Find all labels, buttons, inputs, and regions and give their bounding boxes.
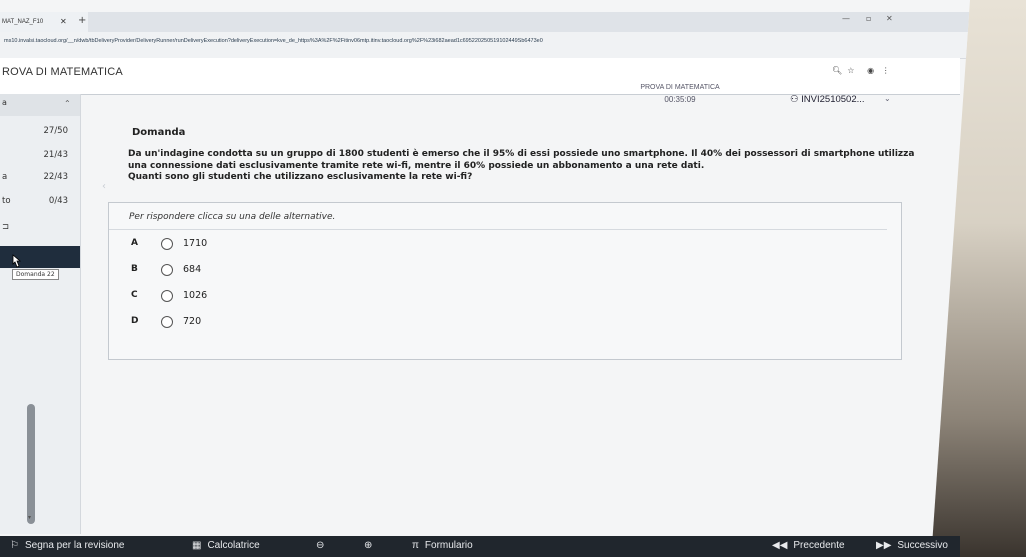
sidebar-item-count: 27/50: [43, 126, 69, 136]
address-bar[interactable]: ms10.invalsi.taocloud.org/__n/dwb/tbDeli…: [0, 32, 970, 59]
choice-b[interactable]: B 684: [109, 258, 709, 282]
review-label: Segna per la revisione: [24, 540, 125, 551]
choice-a[interactable]: A 1710: [109, 232, 709, 256]
browser-actions: 🔍︎ ☆ ◉ ⋮: [832, 66, 890, 75]
new-tab-icon[interactable]: +: [78, 12, 86, 30]
review-button[interactable]: ⚐ Segna per la revisione: [10, 540, 124, 551]
page-title: ROVA DI MATEMATICA: [2, 66, 123, 78]
sidebar-item[interactable]: to 0/43: [0, 194, 80, 212]
maximize-icon[interactable]: ▫: [866, 14, 871, 23]
choice-interaction: Per rispondere clicca su una delle alter…: [108, 202, 902, 360]
question-label: Domanda: [132, 127, 186, 138]
choice-letter: C: [131, 290, 138, 300]
question-line: Da un'indagine condotta su un gruppo di …: [128, 149, 915, 159]
choice-value: 1710: [183, 238, 208, 249]
choice-value: 1026: [183, 290, 208, 301]
sidebar-item-label: a: [2, 172, 8, 182]
test-name: PROVA DI MATEMATICA: [640, 84, 720, 91]
next-icon: ▶▶: [876, 540, 892, 551]
minimize-icon[interactable]: —: [842, 14, 850, 23]
choice-letter: A: [131, 238, 138, 248]
choice-letter: B: [131, 264, 138, 274]
close-tab-icon[interactable]: ✕: [60, 12, 67, 32]
flag-icon: ⚐: [10, 540, 19, 551]
question-line: una connessione dati esclusivamente tram…: [128, 160, 705, 171]
tooltip: Domanda 22: [12, 269, 59, 280]
return-icon[interactable]: ⊐: [2, 222, 12, 240]
choice-value: 684: [183, 264, 202, 275]
formulary-button[interactable]: π Formulario: [412, 540, 473, 551]
zoom-out-icon: ⊖: [316, 540, 325, 551]
zoom-in-icon: ⊕: [364, 540, 373, 551]
question-line: Quanti sono gli studenti che utilizzano …: [128, 172, 473, 182]
zoom-in-button[interactable]: ⊕: [364, 540, 372, 551]
next-label: Successivo: [897, 540, 948, 551]
sidebar-item[interactable]: 21/43: [0, 148, 80, 166]
radio-button[interactable]: [161, 290, 173, 302]
collapse-sidebar-icon[interactable]: ‹: [102, 181, 106, 192]
tab-title: MAT_NAZ_F10: [2, 19, 44, 25]
choice-d[interactable]: D 720: [109, 310, 709, 334]
user-id: INVI2510502...: [801, 94, 865, 105]
radio-button[interactable]: [161, 316, 173, 328]
url-text[interactable]: ms10.invalsi.taocloud.org/__n/dwb/tbDeli…: [4, 38, 724, 44]
user-menu[interactable]: ⚇ INVI2510502...: [790, 94, 865, 105]
profile-icon[interactable]: ◉: [867, 66, 874, 75]
user-icon: ⚇: [790, 94, 802, 105]
choice-letter: D: [131, 316, 139, 326]
bottom-toolbar: ⚐ Segna per la revisione ▦ Calcolatrice ⊖ …: [0, 536, 960, 557]
sidebar: a ⌃ 27/50 21/43 a 22/43 to 0/43 ⊐ ▴ Doma…: [0, 94, 81, 534]
choice-list: A 1710 B 684 C 1026 D 720: [109, 229, 887, 334]
radio-button[interactable]: [161, 238, 173, 250]
previous-button[interactable]: ◀◀ Precedente: [772, 540, 845, 551]
mouse-cursor-icon: [12, 254, 22, 268]
sidebar-section-header[interactable]: a ⌃: [0, 94, 80, 116]
sidebar-item[interactable]: 27/50: [0, 124, 80, 142]
browser-tab-strip: MAT_NAZ_F10 ✕ + — ▫ ✕: [0, 12, 970, 32]
monitor-screen: MAT_NAZ_F10 ✕ + — ▫ ✕ ms10.invalsi.taocl…: [0, 0, 970, 557]
zoom-icon[interactable]: 🔍︎: [832, 66, 842, 75]
browser-tab[interactable]: MAT_NAZ_F10 ✕: [0, 12, 88, 32]
calculator-icon: ▦: [192, 540, 202, 551]
instruction: Per rispondere clicca su una delle alter…: [129, 212, 336, 222]
sidebar-header-label: a: [2, 98, 7, 107]
previous-icon: ◀◀: [772, 540, 788, 551]
chevron-down-icon[interactable]: ⌄: [884, 94, 891, 103]
sidebar-item-count: 21/43: [43, 150, 69, 160]
close-window-icon[interactable]: ✕: [886, 14, 893, 23]
zoom-out-button[interactable]: ⊖: [316, 540, 324, 551]
formulary-label: Formulario: [424, 540, 473, 551]
scrollbar-thumb[interactable]: [27, 404, 35, 524]
timer: 00:35:09: [664, 95, 696, 104]
chevron-up-icon[interactable]: ⌃: [64, 99, 71, 108]
sidebar-item[interactable]: a 22/43: [0, 170, 80, 188]
radio-button[interactable]: [161, 264, 173, 276]
sidebar-item-count: 22/43: [43, 172, 69, 182]
app-header: ROVA DI MATEMATICA 🔍︎ ☆ ◉ ⋮ PROVA DI MAT…: [0, 58, 960, 105]
next-button[interactable]: ▶▶ Successivo: [876, 540, 948, 551]
scroll-down-icon[interactable]: ▾: [28, 514, 31, 521]
sidebar-item-label: to: [2, 196, 11, 206]
question-text: Da un'indagine condotta su un gruppo di …: [128, 149, 915, 184]
previous-label: Precedente: [793, 540, 845, 551]
calculator-label: Calcolatrice: [207, 540, 260, 551]
choice-value: 720: [183, 316, 202, 327]
menu-kebab-icon[interactable]: ⋮: [882, 66, 890, 75]
bookmark-star-icon[interactable]: ☆: [847, 66, 854, 75]
pi-icon: π: [412, 540, 419, 551]
calculator-button[interactable]: ▦ Calcolatrice: [192, 540, 260, 551]
choice-c[interactable]: C 1026: [109, 284, 709, 308]
sidebar-item-count: 0/43: [48, 196, 68, 206]
